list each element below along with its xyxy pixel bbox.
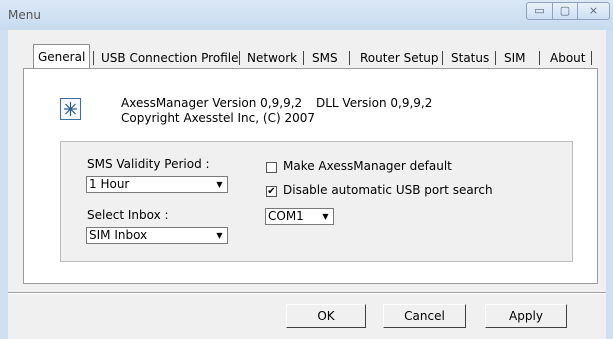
title-bar: Menu ▭ ▢ ⨯ xyxy=(0,0,613,30)
dropdown-arrow-icon: ▼ xyxy=(216,231,223,240)
dropdown-arrow-icon: ▼ xyxy=(322,212,329,221)
window-frame-right xyxy=(606,30,613,339)
port-value: COM1 xyxy=(268,209,304,223)
select-inbox-value: SIM Inbox xyxy=(89,228,148,242)
copyright-text: Copyright Axesstel Inc, (C) 2007 xyxy=(121,111,315,125)
sms-validity-select[interactable]: 1 Hour ▼ xyxy=(86,176,228,193)
tab-status[interactable]: Status xyxy=(451,48,489,68)
maximize-icon: ▢ xyxy=(559,4,571,17)
sms-validity-label: SMS Validity Period : xyxy=(87,157,210,171)
checkmark-icon: ✔ xyxy=(267,186,276,197)
apply-button[interactable]: Apply xyxy=(485,304,567,328)
dropdown-arrow-icon: ▼ xyxy=(216,180,223,189)
minimize-icon: ▭ xyxy=(534,4,545,17)
tab-general[interactable]: General xyxy=(33,44,91,69)
cancel-button[interactable]: Cancel xyxy=(383,304,466,328)
disable-usb-search-label: Disable automatic USB port search xyxy=(283,183,493,197)
tab-network[interactable]: Network xyxy=(247,48,297,68)
window-title: Menu xyxy=(8,8,41,22)
sms-validity-value: 1 Hour xyxy=(89,177,130,191)
ok-button[interactable]: OK xyxy=(286,304,366,328)
tab-separator xyxy=(239,51,240,65)
make-default-checkbox[interactable] xyxy=(266,162,277,173)
tab-router-setup[interactable]: Router Setup xyxy=(360,48,439,68)
dll-version-text: DLL Version 0,9,9,2 xyxy=(316,96,433,110)
tab-separator xyxy=(591,51,592,65)
tab-separator xyxy=(303,51,304,65)
disable-usb-search-checkbox[interactable]: ✔ xyxy=(266,186,277,197)
app-version-text: AxessManager Version 0,9,9,2 xyxy=(121,96,303,110)
close-button[interactable]: ⨯ xyxy=(577,2,610,20)
footer-divider-highlight xyxy=(8,293,606,294)
app-logo-icon xyxy=(60,98,81,120)
select-inbox-select[interactable]: SIM Inbox ▼ xyxy=(86,227,228,244)
port-select[interactable]: COM1 ▼ xyxy=(265,208,334,225)
tab-separator xyxy=(442,51,443,65)
tab-separator xyxy=(539,51,540,65)
tab-separator xyxy=(93,51,94,65)
tab-sms[interactable]: SMS xyxy=(312,48,338,68)
minimize-button[interactable]: ▭ xyxy=(526,2,553,20)
app-window: Menu ▭ ▢ ⨯ General USB Connection Profil… xyxy=(0,0,613,339)
make-default-label: Make AxessManager default xyxy=(283,159,452,173)
tab-about[interactable]: About xyxy=(550,48,585,68)
tab-separator xyxy=(495,51,496,65)
tab-usb-connection-profile[interactable]: USB Connection Profile xyxy=(101,48,238,68)
maximize-button[interactable]: ▢ xyxy=(552,2,578,20)
window-frame-left xyxy=(0,30,8,339)
close-icon: ⨯ xyxy=(588,4,599,17)
tab-separator xyxy=(349,51,350,65)
tab-sim[interactable]: SIM xyxy=(504,48,526,68)
select-inbox-label: Select Inbox : xyxy=(87,208,169,222)
